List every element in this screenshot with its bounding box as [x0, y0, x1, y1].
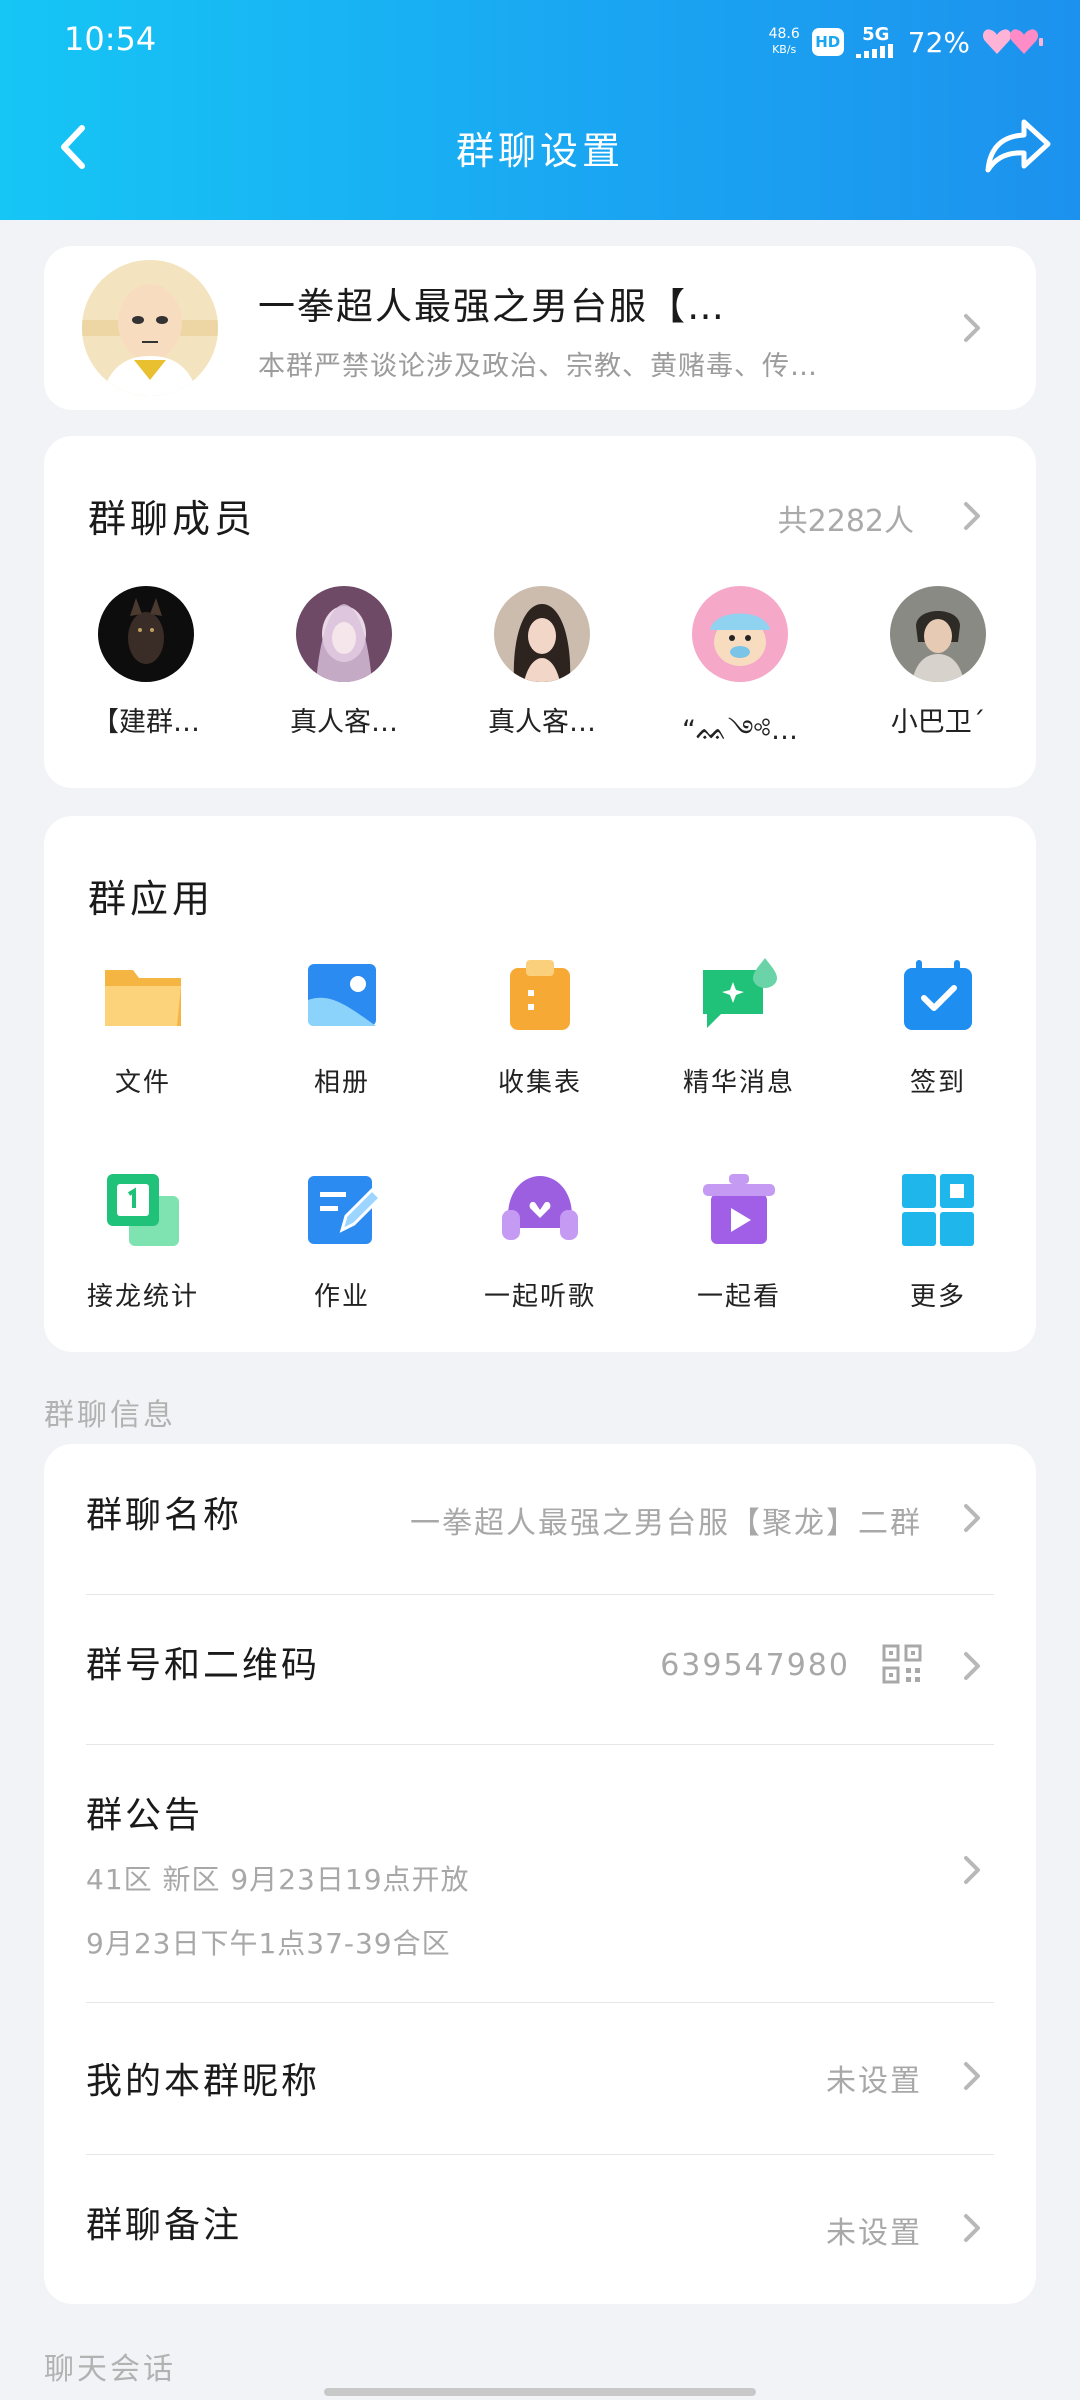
- battery-level: 72%: [907, 25, 970, 59]
- member-avatar: [98, 586, 194, 682]
- app-collection-form[interactable]: 收集表: [450, 956, 630, 1099]
- row-group-remark[interactable]: 群聊备注 未设置: [44, 2154, 1036, 2304]
- member-list: 【建群… 真人客… 真人客… “ᨐ༺… 小巴卫´: [44, 586, 1036, 766]
- member-item[interactable]: 真人客…: [264, 586, 424, 739]
- app-label: 精华消息: [682, 1068, 795, 1098]
- app-checkin[interactable]: 签到: [848, 956, 1028, 1099]
- section-label-group-info: 群聊信息: [44, 1398, 176, 1433]
- chevron-right-icon: [964, 1856, 980, 1884]
- app-album[interactable]: 相册: [252, 956, 432, 1099]
- group-notice-line: 41区 新区 9月23日19点开放: [86, 1863, 470, 1896]
- heart-battery-icon: [982, 29, 1043, 54]
- group-id-label: 群号和二维码: [86, 1645, 321, 1686]
- row-group-name[interactable]: 群聊名称 一拳超人最强之男台服【聚龙】二群: [44, 1444, 1036, 1594]
- app-label: 接龙统计: [86, 1282, 199, 1312]
- network-type: 5G: [862, 24, 890, 45]
- group-notice-line: 9月23日下午1点37-39合区: [86, 1927, 451, 1960]
- app-relay-stats[interactable]: 接龙统计: [53, 1170, 233, 1313]
- grid-more-icon: [902, 1174, 974, 1246]
- group-remark-value: 未设置: [826, 2216, 922, 2251]
- app-label: 更多: [909, 1282, 966, 1312]
- group-id-value: 639547980: [660, 1648, 850, 1683]
- folder-icon: [105, 970, 181, 1026]
- member-name: “ᨐ༺…: [682, 715, 798, 746]
- chevron-right-icon: [964, 1504, 980, 1532]
- app-more[interactable]: 更多: [848, 1170, 1028, 1313]
- app-label: 文件: [114, 1068, 171, 1098]
- home-indicator[interactable]: [324, 2388, 756, 2396]
- my-nickname-value: 未设置: [826, 2064, 922, 2099]
- chevron-right-icon: [964, 1652, 980, 1680]
- member-name: 小巴卫´: [890, 707, 986, 738]
- relay-stats-icon: [107, 1174, 179, 1246]
- member-avatar: [692, 586, 788, 682]
- chevron-right-icon: [964, 502, 980, 530]
- row-my-nickname[interactable]: 我的本群昵称 未设置: [44, 2002, 1036, 2154]
- net-speed-unit: KB/s: [772, 43, 797, 56]
- net-speed: 48.6 KB/s: [769, 26, 800, 58]
- group-apps-card: 群应用 文件 相册 收集表 精华消息 签到 接龙统计 作业 一起听歌 一起看 更…: [44, 816, 1036, 1352]
- app-header: 10:54 48.6 KB/s HD 5G 72% 群聊设置: [0, 0, 1080, 220]
- member-item[interactable]: 真人客…: [462, 586, 622, 739]
- net-speed-value: 48.6: [768, 26, 800, 42]
- essence-message-icon: [703, 958, 777, 1028]
- homework-icon: [308, 1176, 383, 1244]
- headphones-icon: [502, 1176, 578, 1240]
- group-info-card: 群聊名称 一拳超人最强之男台服【聚龙】二群 群号和二维码 639547980 群…: [44, 1444, 1036, 2304]
- app-label: 相册: [313, 1068, 370, 1098]
- member-avatar: [890, 586, 986, 682]
- group-name-label: 群聊名称: [86, 1495, 243, 1536]
- clipboard-icon: [510, 960, 570, 1030]
- app-label: 收集表: [497, 1068, 582, 1098]
- calendar-check-icon: [904, 960, 972, 1030]
- row-group-notice[interactable]: 群公告 41区 新区 9月23日19点开放 9月23日下午1点37-39合区: [44, 1744, 1036, 2000]
- member-item[interactable]: 小巴卫´: [858, 586, 1018, 739]
- group-remark-label: 群聊备注: [86, 2205, 243, 2246]
- my-nickname-label: 我的本群昵称: [86, 2061, 321, 2102]
- member-name: 【建群…: [92, 707, 200, 738]
- app-label: 一起听歌: [483, 1282, 596, 1312]
- member-item[interactable]: “ᨐ༺…: [660, 586, 820, 776]
- group-avatar: [82, 260, 218, 396]
- share-icon[interactable]: [978, 110, 1058, 180]
- album-icon: [308, 964, 376, 1026]
- app-label: 签到: [909, 1068, 966, 1098]
- group-name: 一拳超人最强之男台服【…: [258, 285, 726, 328]
- qr-code-icon: [882, 1644, 922, 1684]
- member-name: 真人客…: [488, 707, 596, 738]
- chevron-right-icon: [964, 314, 980, 342]
- status-time: 10:54: [64, 20, 157, 58]
- group-notice-label: 群公告: [86, 1795, 204, 1836]
- status-icons: 48.6 KB/s HD 5G 72%: [769, 22, 1044, 62]
- chevron-right-icon: [964, 2062, 980, 2090]
- group-members-card[interactable]: 群聊成员 共2282人 【建群… 真人客… 真人客… “ᨐ༺… 小巴卫´: [44, 436, 1036, 788]
- group-description: 本群严禁谈论涉及政治、宗教、黄赌毒、传…: [258, 351, 818, 382]
- chevron-right-icon: [964, 2214, 980, 2242]
- page-title: 群聊设置: [455, 129, 624, 173]
- apps-title: 群应用: [88, 877, 215, 921]
- member-item[interactable]: 【建群…: [66, 586, 226, 739]
- app-label: 作业: [313, 1282, 370, 1312]
- app-homework[interactable]: 作业: [252, 1170, 432, 1313]
- row-group-id-qrcode[interactable]: 群号和二维码 639547980: [44, 1594, 1036, 1744]
- member-avatar: [494, 586, 590, 682]
- app-files[interactable]: 文件: [53, 956, 233, 1099]
- app-listen-together[interactable]: 一起听歌: [450, 1170, 630, 1313]
- app-label: 一起看: [696, 1282, 781, 1312]
- members-title: 群聊成员: [88, 497, 257, 541]
- signal-icon: 5G: [855, 24, 896, 58]
- member-count: 共2282人: [777, 504, 914, 539]
- member-name: 真人客…: [290, 707, 398, 738]
- member-avatar: [296, 586, 392, 682]
- group-profile-card[interactable]: 一拳超人最强之男台服【… 本群严禁谈论涉及政治、宗教、黄赌毒、传…: [44, 246, 1036, 410]
- section-label-chat-session: 聊天会话: [44, 2352, 176, 2387]
- watch-together-icon: [703, 1174, 775, 1244]
- app-essence-messages[interactable]: 精华消息: [649, 956, 829, 1099]
- group-name-value: 一拳超人最强之男台服【聚龙】二群: [410, 1506, 922, 1541]
- hd-icon: HD: [811, 28, 844, 56]
- app-watch-together[interactable]: 一起看: [649, 1170, 829, 1313]
